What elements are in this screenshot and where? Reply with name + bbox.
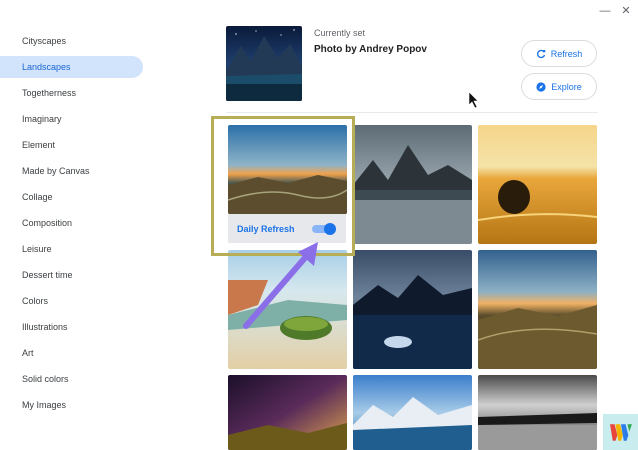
sidebar-item-element[interactable]: Element <box>0 134 143 156</box>
wallpaper-tile[interactable] <box>478 250 597 369</box>
section-divider <box>226 112 598 113</box>
w-logo-icon <box>603 414 638 450</box>
explore-button[interactable]: Explore <box>521 73 597 100</box>
sidebar-item-illustrations[interactable]: Illustrations <box>0 316 143 338</box>
sidebar-item-my-images[interactable]: My Images <box>0 394 143 416</box>
sidebar-item-imaginary[interactable]: Imaginary <box>0 108 143 130</box>
sidebar-item-composition[interactable]: Composition <box>0 212 143 234</box>
wallpaper-tile[interactable] <box>353 250 472 369</box>
refresh-button[interactable]: Refresh <box>521 40 597 67</box>
category-sidebar: Cityscapes Landscapes Togetherness Imagi… <box>0 0 150 450</box>
wallpaper-tile[interactable] <box>353 125 472 244</box>
sidebar-item-solid-colors[interactable]: Solid colors <box>0 368 143 390</box>
wallpaper-tile[interactable] <box>353 375 472 450</box>
sidebar-item-collage[interactable]: Collage <box>0 186 143 208</box>
sidebar-item-leisure[interactable]: Leisure <box>0 238 143 260</box>
mouse-cursor-icon <box>469 92 479 108</box>
currently-set-label: Currently set <box>314 28 366 38</box>
refresh-icon <box>536 49 546 59</box>
current-wallpaper-thumbnail <box>226 26 302 101</box>
close-button[interactable]: ✕ <box>619 4 633 18</box>
minimize-button[interactable]: — <box>598 4 612 18</box>
sidebar-item-art[interactable]: Art <box>0 342 143 364</box>
compass-icon <box>536 81 546 92</box>
sidebar-item-dessert-time[interactable]: Dessert time <box>0 264 143 286</box>
wallpaper-tile[interactable] <box>228 375 347 450</box>
sidebar-item-cityscapes[interactable]: Cityscapes <box>0 30 143 52</box>
wallpaper-tile[interactable] <box>228 250 347 369</box>
highlight-box <box>211 116 355 256</box>
explore-label: Explore <box>551 81 582 92</box>
current-photo-title: Photo by Andrey Popov <box>314 44 427 55</box>
sidebar-item-togetherness[interactable]: Togetherness <box>0 82 143 104</box>
sidebar-item-landscapes[interactable]: Landscapes <box>0 56 143 78</box>
wallpaper-tile[interactable] <box>478 375 597 450</box>
wallpaper-tile[interactable] <box>478 125 597 244</box>
sidebar-item-made-by-canvas[interactable]: Made by Canvas <box>0 160 143 182</box>
sidebar-item-colors[interactable]: Colors <box>0 290 143 312</box>
refresh-label: Refresh <box>550 48 583 59</box>
